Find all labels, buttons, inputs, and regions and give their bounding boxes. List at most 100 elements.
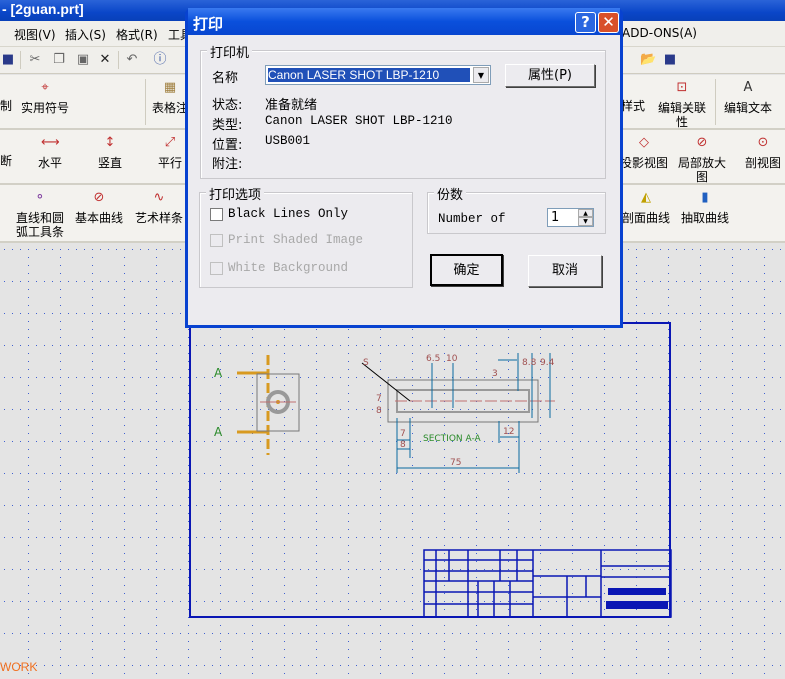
line-arc-icon: ⚬ bbox=[34, 190, 46, 205]
ribbon-label: 投影视图 bbox=[619, 156, 668, 170]
printer-name-value: Canon LASER SHOT LBP-1210 bbox=[267, 67, 471, 83]
copies-label: Number of bbox=[438, 212, 506, 226]
save-icon[interactable]: ■ bbox=[662, 52, 678, 68]
printer-group-label: 打印机 bbox=[207, 42, 253, 61]
location-label: 位置: bbox=[212, 138, 243, 153]
close-button[interactable]: ✕ bbox=[598, 12, 619, 33]
horizontal-dim-icon: ⟷ bbox=[41, 135, 60, 150]
print-shaded-image-checkbox[interactable] bbox=[210, 234, 223, 247]
window-title: - [2guan.prt] bbox=[2, 1, 84, 17]
edit-text-button[interactable]: A 编辑文本 bbox=[720, 79, 776, 115]
work-status-label: WORK bbox=[0, 660, 38, 674]
parallel-button[interactable]: ⤢ 平行 bbox=[154, 134, 186, 170]
info-icon[interactable]: ⓘ bbox=[152, 52, 168, 68]
dim-label: 7 bbox=[376, 394, 382, 404]
ribbon-label: 抽取曲线 bbox=[680, 211, 729, 225]
dim-label: 10 bbox=[446, 354, 458, 364]
close-icon: ✕ bbox=[602, 13, 615, 31]
paste-icon[interactable]: ▣ bbox=[75, 52, 91, 68]
projected-view-button[interactable]: ◇ 投影视图 bbox=[618, 134, 670, 170]
edit-associativity-icon: ⊡ bbox=[676, 80, 688, 95]
open-folder-icon[interactable]: 📂 bbox=[640, 52, 656, 68]
menu-insert[interactable]: 插入(S) bbox=[65, 26, 106, 43]
extract-curve-button[interactable]: ▮ 抽取曲线 bbox=[678, 189, 732, 225]
delete-icon[interactable]: ✕ bbox=[97, 52, 113, 68]
dialog-title: 打印 bbox=[193, 15, 224, 33]
table-note-button[interactable]: ▦ 表格注 bbox=[150, 79, 190, 115]
status-label: 状态: bbox=[212, 98, 243, 113]
ribbon-label: 局部放大图 bbox=[677, 156, 726, 184]
edit-text-icon: A bbox=[743, 80, 753, 95]
ribbon-label: 断 bbox=[0, 154, 12, 168]
ribbon-label: 编辑关联性 bbox=[657, 101, 706, 129]
basic-curves-button[interactable]: ⊘ 基本曲线 bbox=[72, 189, 126, 225]
edit-associativity-button[interactable]: ⊡ 编辑关联性 bbox=[654, 79, 710, 129]
section-view-icon: ⊙ bbox=[757, 135, 769, 150]
black-lines-only-checkbox[interactable] bbox=[210, 208, 223, 221]
help-button[interactable]: ? bbox=[575, 12, 596, 33]
dim-label: 9.4 bbox=[540, 358, 555, 368]
dim-label: 6.5 bbox=[426, 354, 440, 364]
copies-spinner[interactable]: 1 ▲ ▼ bbox=[547, 208, 594, 227]
white-background-label: White Background bbox=[228, 261, 349, 275]
section-view-button[interactable]: ⊙ 剖视图 bbox=[740, 134, 785, 170]
type-label: 类型: bbox=[212, 118, 243, 133]
detail-view-button[interactable]: ⊘ 局部放大图 bbox=[676, 134, 728, 184]
projected-view-icon: ◇ bbox=[639, 135, 649, 150]
print-shaded-image-label: Print Shaded Image bbox=[228, 233, 364, 247]
extract-curve-icon: ▮ bbox=[701, 190, 709, 205]
section-curve-button[interactable]: ◭ 剖面曲线 bbox=[618, 189, 674, 225]
ribbon-label: 竖直 bbox=[97, 156, 122, 170]
chevron-down-icon[interactable]: ▼ bbox=[473, 67, 489, 83]
print-options-label: 打印选项 bbox=[206, 184, 265, 203]
ribbon-label: 表格注 bbox=[151, 101, 188, 115]
comment-label: 附注: bbox=[212, 157, 243, 172]
utility-symbol-icon: ⌖ bbox=[41, 80, 49, 95]
section-label: SECTION A-A bbox=[423, 434, 482, 444]
copy-icon[interactable]: ❐ bbox=[51, 52, 67, 68]
vertical-button[interactable]: ↕ 竖直 bbox=[94, 134, 126, 170]
printer-name-select[interactable]: Canon LASER SHOT LBP-1210 ▼ bbox=[265, 65, 491, 85]
dim-label: S bbox=[363, 358, 369, 368]
cancel-button[interactable]: 取消 bbox=[528, 255, 602, 287]
dim-label: 8.8 bbox=[522, 358, 537, 368]
break-button[interactable]: 断 bbox=[0, 154, 16, 168]
print-dialog: 打印 ? ✕ 打印机 名称 Canon LASER SHOT LBP-1210 … bbox=[185, 8, 623, 328]
white-background-checkbox[interactable] bbox=[210, 262, 223, 275]
menu-format[interactable]: 格式(R) bbox=[116, 26, 158, 43]
type-value: Canon LASER SHOT LBP-1210 bbox=[265, 114, 453, 128]
black-lines-only-label: Black Lines Only bbox=[228, 207, 349, 221]
line-arc-toolbar-button[interactable]: ⚬ 直线和圆弧工具条 bbox=[12, 189, 68, 239]
menu-add-ons[interactable]: ADD-ONS(A) bbox=[622, 26, 697, 40]
cut-icon[interactable]: ✂ bbox=[27, 52, 43, 68]
copies-group-label: 份数 bbox=[434, 184, 467, 203]
dim-label: 8 bbox=[400, 440, 406, 450]
save-icon[interactable]: ■ bbox=[0, 52, 16, 68]
style-button[interactable]: 样式 bbox=[620, 99, 646, 113]
spin-down-icon[interactable]: ▼ bbox=[578, 217, 593, 226]
menu-view[interactable]: 视图(V) bbox=[14, 26, 56, 43]
dim-label: 75 bbox=[450, 458, 461, 468]
studio-spline-button[interactable]: ∿ 艺术样条 bbox=[132, 189, 186, 225]
utility-symbol-button[interactable]: ⌖ 实用符号 bbox=[18, 79, 72, 115]
ok-button[interactable]: 确定 bbox=[430, 254, 503, 286]
spline-icon: ∿ bbox=[153, 190, 165, 205]
horizontal-button[interactable]: ⟷ 水平 bbox=[34, 134, 66, 170]
spin-up-icon[interactable]: ▲ bbox=[578, 209, 593, 217]
properties-button[interactable]: 属性(P) bbox=[505, 64, 595, 87]
copies-value: 1 bbox=[551, 210, 560, 225]
section-mark-bottom: A bbox=[214, 425, 223, 439]
undo-icon[interactable]: ↶ bbox=[124, 52, 140, 68]
dim-label: 3 bbox=[492, 369, 498, 379]
ribbon-label: 编辑文本 bbox=[723, 101, 772, 115]
vertical-dim-icon: ↕ bbox=[104, 135, 116, 150]
ribbon-label: 样式 bbox=[620, 99, 645, 113]
ribbon-label: 剖面曲线 bbox=[621, 211, 670, 225]
name-label: 名称 bbox=[212, 71, 239, 86]
dialog-title-bar[interactable]: 打印 ? ✕ bbox=[188, 8, 620, 35]
ribbon-label: 艺术样条 bbox=[134, 211, 183, 225]
ribbon-button[interactable]: 制 bbox=[0, 99, 16, 113]
ribbon-label: 制 bbox=[0, 99, 12, 113]
dim-label: 7 bbox=[400, 429, 406, 439]
ribbon-label: 直线和圆弧工具条 bbox=[15, 211, 64, 239]
